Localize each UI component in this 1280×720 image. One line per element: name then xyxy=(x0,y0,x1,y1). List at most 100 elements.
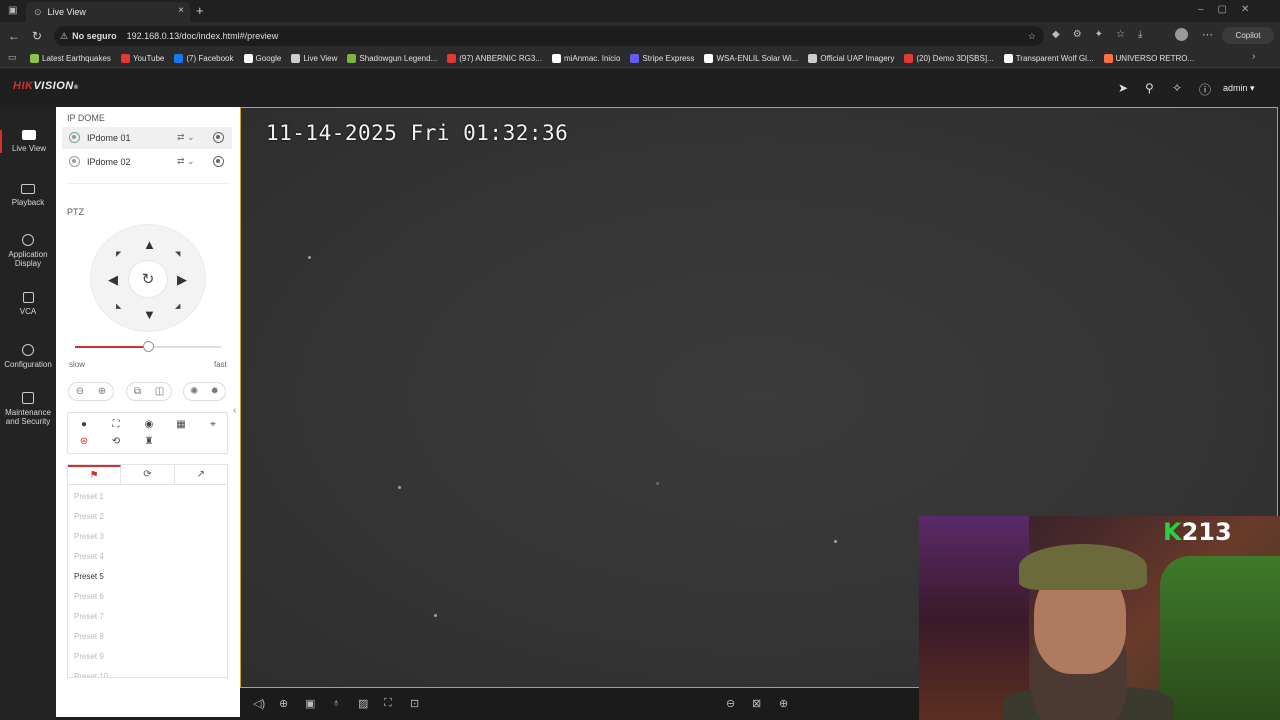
ptz-right-arrow[interactable]: ▶ xyxy=(177,273,187,286)
nav-live-view[interactable]: Live View xyxy=(0,130,56,153)
preset-item[interactable]: Preset 7 xyxy=(68,606,227,626)
preset-item[interactable]: Preset 1 xyxy=(68,486,227,506)
preset-item[interactable]: Preset 10 xyxy=(68,666,227,678)
live-view-icon xyxy=(22,130,36,140)
camera-row-ipdome-02[interactable]: IPdome 02 ⇄ ⌄ xyxy=(62,151,232,173)
tab-presets[interactable]: ⚑ xyxy=(68,465,122,484)
next-icon[interactable]: ⊕ xyxy=(779,697,788,710)
tools-icon[interactable]: ✧ xyxy=(1172,81,1182,95)
capture-icon[interactable]: ▣ xyxy=(305,697,315,710)
tab-actions-icon[interactable]: ▣ xyxy=(8,5,17,16)
microphone-icon[interactable]: ♁ xyxy=(332,697,340,709)
stream-switch-icon[interactable]: ⇄ ⌄ xyxy=(177,132,195,143)
search-icon[interactable]: ⚲ xyxy=(1145,81,1154,95)
fullscreen-region-icon[interactable]: ⛶ xyxy=(384,697,392,710)
bookmark-item[interactable]: miAnmac. Inicio xyxy=(551,53,620,63)
address-bar[interactable]: ⚠ No seguro 192.168.0.13/doc/index.html#… xyxy=(54,26,1044,46)
bookmark-item[interactable]: Live View xyxy=(291,53,337,63)
focus-frame-icon[interactable]: ⛶ xyxy=(109,419,123,430)
bookmark-item[interactable]: Google xyxy=(243,53,281,63)
tab-pattern[interactable]: ↗ xyxy=(175,465,227,484)
nav-configuration[interactable]: Configuration xyxy=(0,344,56,369)
send-icon[interactable]: ➤ xyxy=(1118,81,1128,95)
iris-open-icon[interactable]: ✺ xyxy=(190,386,198,397)
3d-position-icon[interactable]: ⊡ xyxy=(410,697,419,710)
preset-item[interactable]: Preset 4 xyxy=(68,546,227,566)
bookmark-item[interactable]: WSA-ENLIL Solar Wi... xyxy=(704,53,798,63)
focus-far-icon[interactable]: ◫ xyxy=(155,386,164,397)
stream-switch-icon[interactable]: ⇄ ⌄ xyxy=(177,156,195,167)
stop-all-icon[interactable]: ⊠ xyxy=(752,697,761,710)
preset-item[interactable]: Preset 8 xyxy=(68,626,227,646)
bookmark-item[interactable]: (97) ANBERNIC RG3... xyxy=(447,53,542,63)
bookmark-item[interactable]: (20) Demo 3D[SBS]... xyxy=(904,53,994,63)
collapse-panel-icon[interactable]: ‹ xyxy=(233,405,236,416)
browser-tab-live-view[interactable]: ⊙ Live View × xyxy=(26,2,190,22)
nav-maintenance-security[interactable]: Maintenance and Security xyxy=(0,392,56,426)
camera-row-ipdome-01[interactable]: IPdome 01 ⇄ ⌄ xyxy=(62,127,232,149)
bookmark-item[interactable]: UNIVERSO RETRO... xyxy=(1103,53,1194,63)
bookmark-favicon-icon xyxy=(904,53,914,63)
preset-item[interactable]: Preset 9 xyxy=(68,646,227,666)
extension-icons[interactable]: ◆⚙✦☆⤓ xyxy=(1052,29,1155,40)
manual-track-icon[interactable]: ⊛ xyxy=(77,436,91,447)
record-icon[interactable] xyxy=(213,156,224,167)
iris-close-icon[interactable]: ✹ xyxy=(211,386,219,397)
profile-avatar[interactable] xyxy=(1175,28,1188,41)
focus-near-icon[interactable]: ⧉ xyxy=(134,386,141,397)
flag-icon: ⚑ xyxy=(89,470,99,481)
digital-zoom-icon[interactable]: ⊕ xyxy=(279,697,288,710)
bookmark-item[interactable]: YouTube xyxy=(120,53,164,63)
preset-item[interactable]: Preset 2 xyxy=(68,506,227,526)
bookmarks-menu-icon[interactable]: ▭ xyxy=(8,52,17,63)
preset-item[interactable]: Preset 5 xyxy=(68,566,227,586)
window-controls[interactable]: –▢✕ xyxy=(1198,4,1263,15)
zoom-out-icon[interactable]: ⊖ xyxy=(76,386,84,397)
wiper-icon[interactable]: ◉ xyxy=(142,419,156,430)
maintenance-icon xyxy=(22,392,34,404)
ptz-up-arrow[interactable]: ▲ xyxy=(143,238,156,251)
favorite-star-icon[interactable]: ☆ xyxy=(1028,31,1036,42)
bookmark-item[interactable]: Official UAP Imagery xyxy=(808,53,894,63)
copilot-button[interactable]: Copilot xyxy=(1222,27,1274,44)
track-icon[interactable]: ⌖ xyxy=(206,419,220,430)
nav-vca[interactable]: VCA xyxy=(0,292,56,316)
new-tab-button[interactable]: + xyxy=(196,3,204,18)
tab-patrol[interactable]: ⟳ xyxy=(121,465,175,484)
reload-icon[interactable]: ↻ xyxy=(32,29,42,43)
image-icon[interactable]: ▨ xyxy=(358,697,368,710)
light-icon[interactable]: ● xyxy=(77,419,91,430)
info-icon[interactable]: ⓘ xyxy=(1199,81,1211,98)
record-icon[interactable] xyxy=(213,132,224,143)
tab-close-icon[interactable]: × xyxy=(178,5,184,16)
previous-icon[interactable]: ⊖ xyxy=(726,697,735,710)
bookmark-item[interactable]: Shadowgun Legend... xyxy=(347,53,437,63)
bookmark-item[interactable]: (7) Facebook xyxy=(174,53,234,63)
nav-playback[interactable]: Playback xyxy=(0,184,56,207)
bookmark-item[interactable]: Stripe Express xyxy=(630,53,694,63)
bookmark-item[interactable]: Transparent Wolf Gl... xyxy=(1003,53,1094,63)
ptz-down-left-arrow[interactable]: ◣ xyxy=(116,300,121,313)
ptz-auto-rotate-icon[interactable]: ↻ xyxy=(128,260,168,298)
ptz-left-arrow[interactable]: ◀ xyxy=(108,273,118,286)
ptz-down-right-arrow[interactable]: ◢ xyxy=(175,300,180,313)
speed-slider-handle[interactable] xyxy=(143,341,154,352)
ptz-down-arrow[interactable]: ▼ xyxy=(143,308,156,321)
user-menu[interactable]: admin ▾ xyxy=(1223,83,1255,94)
cycle-icon[interactable]: ⟲ xyxy=(109,436,123,447)
security-label: No seguro xyxy=(72,31,117,41)
bookmarks-overflow-icon[interactable]: › xyxy=(1252,51,1255,62)
back-icon[interactable]: ← xyxy=(8,29,20,43)
audio-icon[interactable]: ◁) xyxy=(253,697,265,710)
park-icon[interactable]: ♜ xyxy=(142,436,156,447)
bookmark-favicon-icon xyxy=(1103,53,1113,63)
preset-item[interactable]: Preset 3 xyxy=(68,526,227,546)
bookmark-item[interactable]: Latest Earthquakes xyxy=(30,53,111,63)
menu-icon[interactable]: ⋯ xyxy=(1202,28,1213,41)
ptz-up-left-arrow[interactable]: ◤ xyxy=(116,248,121,261)
preset-item[interactable]: Preset 6 xyxy=(68,586,227,606)
grid-icon[interactable]: ▦ xyxy=(174,419,188,430)
ptz-up-right-arrow[interactable]: ◥ xyxy=(175,248,180,261)
nav-application-display[interactable]: Application Display xyxy=(0,234,56,268)
zoom-in-icon[interactable]: ⊕ xyxy=(98,386,106,397)
